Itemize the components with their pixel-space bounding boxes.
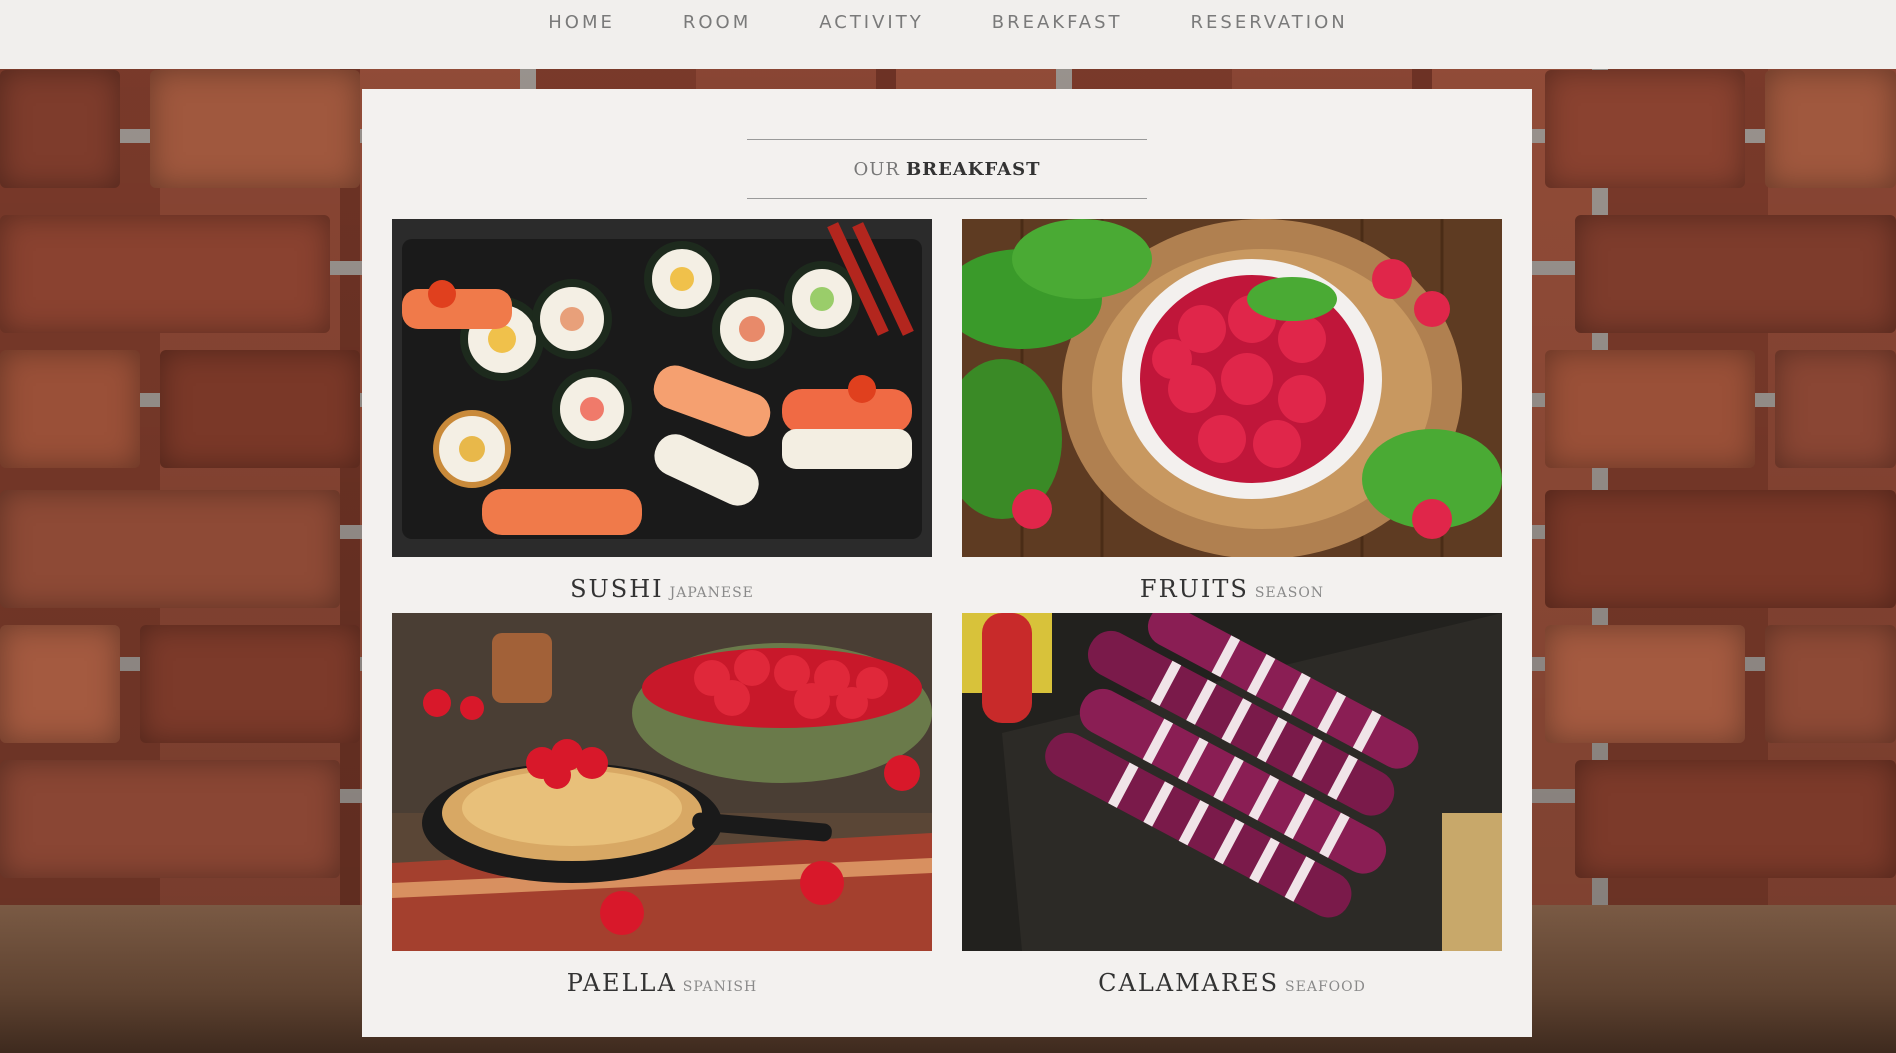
- card-title: CALAMARES: [1098, 969, 1280, 997]
- card-subtitle: SEASON: [1254, 585, 1325, 601]
- fruits-caption: FRUITS SEASON: [962, 575, 1502, 603]
- menu-card-sushi[interactable]: SUSHI JAPANESE: [392, 219, 932, 603]
- card-title: PAELLA: [566, 969, 677, 997]
- paella-image[interactable]: [392, 613, 932, 951]
- sushi-image[interactable]: [392, 219, 932, 557]
- nav-home[interactable]: HOME: [548, 12, 615, 33]
- card-title: SUSHI: [570, 575, 664, 603]
- card-title: FRUITS: [1139, 575, 1249, 603]
- breakfast-panel: OUR BREAKFAST SUSHI JAPANESE FRUITS SEAS…: [362, 89, 1532, 1037]
- nav-room[interactable]: ROOM: [683, 12, 751, 33]
- nav-reservation[interactable]: RESERVATION: [1191, 12, 1348, 33]
- card-subtitle: SPANISH: [682, 979, 758, 995]
- card-subtitle: SEAFOOD: [1285, 979, 1366, 995]
- top-navigation: HOME ROOM ACTIVITY BREAKFAST RESERVATION: [0, 0, 1896, 69]
- fruits-image[interactable]: [962, 219, 1502, 557]
- nav-breakfast[interactable]: BREAKFAST: [992, 12, 1123, 33]
- menu-card-fruits[interactable]: FRUITS SEASON: [962, 219, 1502, 603]
- calamares-caption: CALAMARES SEAFOOD: [962, 969, 1502, 997]
- paella-caption: PAELLA SPANISH: [392, 969, 932, 997]
- sushi-caption: SUSHI JAPANESE: [392, 575, 932, 603]
- card-subtitle: JAPANESE: [669, 585, 754, 601]
- calamares-image[interactable]: [962, 613, 1502, 951]
- heading-bold: BREAKFAST: [905, 158, 1041, 180]
- heading-light: OUR: [853, 158, 900, 180]
- menu-card-calamares[interactable]: CALAMARES SEAFOOD: [962, 613, 1502, 997]
- nav-activity[interactable]: ACTIVITY: [819, 12, 923, 33]
- menu-card-paella[interactable]: PAELLA SPANISH: [392, 613, 932, 997]
- section-heading: OUR BREAKFAST: [747, 139, 1147, 199]
